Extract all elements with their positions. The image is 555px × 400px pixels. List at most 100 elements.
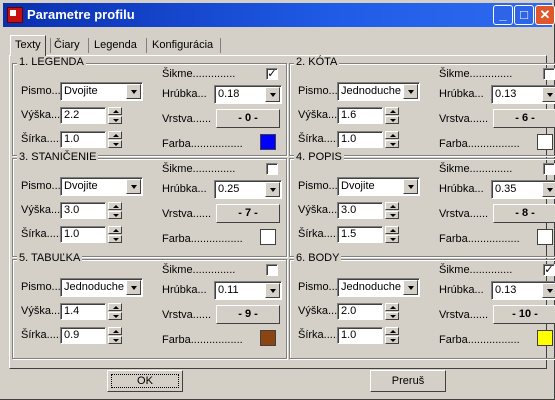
layer-button[interactable]: - 0 - <box>216 109 280 128</box>
spin-up-icon[interactable] <box>385 327 399 335</box>
tab-ciary[interactable]: Čiary <box>54 37 80 54</box>
spin-up-icon[interactable] <box>385 226 399 234</box>
width-spinner[interactable] <box>108 327 122 344</box>
height-spinner[interactable] <box>385 202 399 219</box>
chevron-down-icon[interactable] <box>126 84 141 99</box>
thickness-select[interactable]: 0.18 <box>214 85 282 104</box>
chevron-down-icon[interactable] <box>126 280 141 295</box>
chevron-down-icon[interactable] <box>403 280 418 295</box>
spin-down-icon[interactable] <box>108 235 122 243</box>
spin-up-icon[interactable] <box>108 202 122 210</box>
chevron-down-icon[interactable] <box>126 179 141 194</box>
tab-legenda[interactable]: Legenda <box>94 37 137 54</box>
minimize-button[interactable]: _ <box>493 5 513 25</box>
slanted-checkbox[interactable] <box>266 163 278 175</box>
spin-down-icon[interactable] <box>385 235 399 243</box>
color-swatch[interactable] <box>537 330 553 346</box>
chevron-down-icon[interactable] <box>265 283 280 298</box>
spin-down-icon[interactable] <box>108 116 122 124</box>
chevron-down-icon[interactable] <box>542 182 555 197</box>
chevron-down-icon[interactable] <box>265 182 280 197</box>
height-spinner[interactable] <box>385 107 399 124</box>
spin-up-icon[interactable] <box>108 303 122 311</box>
spin-up-icon[interactable] <box>108 327 122 335</box>
height-input[interactable]: 3.0 <box>60 202 106 219</box>
chevron-down-icon[interactable] <box>265 87 280 102</box>
thickness-select[interactable]: 0.35 <box>491 180 555 199</box>
layer-button[interactable]: - 6 - <box>493 109 555 128</box>
height-input[interactable]: 3.0 <box>337 202 383 219</box>
height-input[interactable]: 1.6 <box>337 107 383 124</box>
width-input[interactable]: 1.0 <box>337 327 383 344</box>
chevron-down-icon[interactable] <box>403 179 418 194</box>
thickness-select[interactable]: 0.11 <box>214 281 282 300</box>
spin-up-icon[interactable] <box>108 226 122 234</box>
maximize-button[interactable]: □ <box>514 5 534 25</box>
height-spinner[interactable] <box>108 303 122 320</box>
spin-up-icon[interactable] <box>108 131 122 139</box>
chevron-down-icon[interactable] <box>542 87 555 102</box>
spin-up-icon[interactable] <box>385 131 399 139</box>
spin-up-icon[interactable] <box>385 202 399 210</box>
thickness-select[interactable]: 0.13 <box>491 85 555 104</box>
color-swatch[interactable] <box>537 229 553 245</box>
spin-down-icon[interactable] <box>108 336 122 344</box>
spin-down-icon[interactable] <box>108 140 122 148</box>
font-select[interactable]: Jednoduche <box>337 82 420 101</box>
slanted-checkbox[interactable]: ✓ <box>266 68 278 80</box>
width-spinner[interactable] <box>385 226 399 243</box>
spin-up-icon[interactable] <box>385 303 399 311</box>
layer-button[interactable]: - 9 - <box>216 305 280 324</box>
spin-down-icon[interactable] <box>108 312 122 320</box>
layer-button[interactable]: - 10 - <box>493 305 555 324</box>
width-input[interactable]: 0.9 <box>60 327 106 344</box>
thickness-select[interactable]: 0.13 <box>491 281 555 300</box>
spin-down-icon[interactable] <box>385 312 399 320</box>
tab-texty[interactable]: Texty <box>10 35 46 56</box>
slanted-checkbox[interactable]: ✓ <box>543 264 555 276</box>
layer-button[interactable]: - 7 - <box>216 204 280 223</box>
width-spinner[interactable] <box>108 131 122 148</box>
cancel-button[interactable]: Preruš <box>370 370 446 392</box>
slanted-checkbox[interactable] <box>543 163 555 175</box>
spin-up-icon[interactable] <box>385 107 399 115</box>
slanted-checkbox[interactable] <box>266 264 278 276</box>
color-swatch[interactable] <box>260 229 276 245</box>
spin-down-icon[interactable] <box>385 140 399 148</box>
layer-button[interactable]: - 8 - <box>493 204 555 223</box>
height-input[interactable]: 2.0 <box>337 303 383 320</box>
width-input[interactable]: 1.0 <box>60 131 106 148</box>
spin-down-icon[interactable] <box>108 211 122 219</box>
font-select[interactable]: Jednoduche <box>337 278 420 297</box>
spin-down-icon[interactable] <box>385 211 399 219</box>
close-button[interactable]: ✕ <box>535 5 555 25</box>
width-input[interactable]: 1.5 <box>337 226 383 243</box>
height-input[interactable]: 1.4 <box>60 303 106 320</box>
color-swatch[interactable] <box>260 134 276 150</box>
height-spinner[interactable] <box>385 303 399 320</box>
width-spinner[interactable] <box>385 327 399 344</box>
height-spinner[interactable] <box>108 107 122 124</box>
font-select[interactable]: Dvojite <box>60 82 143 101</box>
height-input[interactable]: 2.2 <box>60 107 106 124</box>
color-swatch[interactable] <box>260 330 276 346</box>
font-select[interactable]: Jednoduche <box>60 278 143 297</box>
height-spinner[interactable] <box>108 202 122 219</box>
font-select[interactable]: Dvojite <box>60 177 143 196</box>
tab-konfiguracia[interactable]: Konfigurácia <box>152 37 213 54</box>
slanted-checkbox[interactable] <box>543 68 555 80</box>
font-select[interactable]: Dvojite <box>337 177 420 196</box>
spin-down-icon[interactable] <box>385 336 399 344</box>
color-swatch[interactable] <box>537 134 553 150</box>
ok-button[interactable]: OK <box>107 370 183 392</box>
spin-down-icon[interactable] <box>385 116 399 124</box>
width-spinner[interactable] <box>108 226 122 243</box>
width-input[interactable]: 1.0 <box>337 131 383 148</box>
width-spinner[interactable] <box>385 131 399 148</box>
thickness-select[interactable]: 0.25 <box>214 180 282 199</box>
title-bar[interactable]: Parametre profilu _ □ ✕ <box>3 3 555 27</box>
chevron-down-icon[interactable] <box>542 283 555 298</box>
chevron-down-icon[interactable] <box>403 84 418 99</box>
spin-up-icon[interactable] <box>108 107 122 115</box>
width-input[interactable]: 1.0 <box>60 226 106 243</box>
